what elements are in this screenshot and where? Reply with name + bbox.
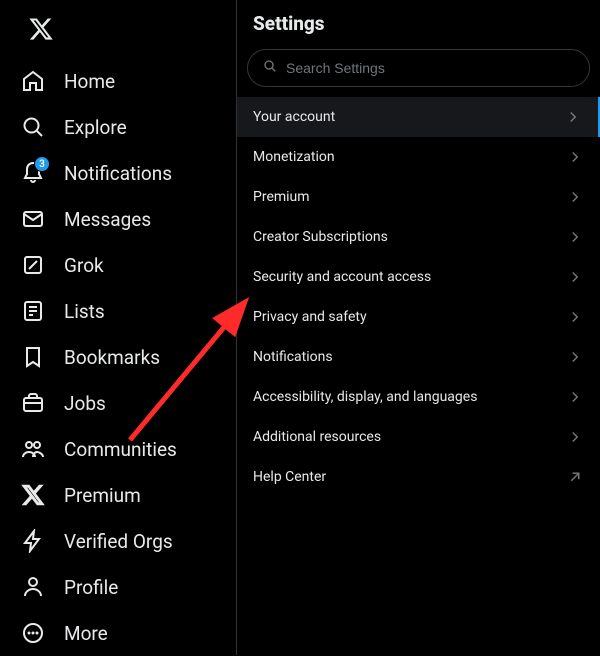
list-icon — [20, 298, 46, 324]
nav-label: Lists — [64, 300, 105, 323]
sidebar-item-premium[interactable]: Premium — [8, 472, 228, 518]
search-icon — [262, 58, 278, 78]
sidebar-item-profile[interactable]: Profile — [8, 564, 228, 610]
nav-label: Profile — [64, 576, 118, 599]
settings-item-security[interactable]: Security and account access — [237, 257, 600, 297]
external-link-icon — [566, 468, 584, 486]
sidebar-item-messages[interactable]: Messages — [8, 196, 228, 242]
sidebar-item-grok[interactable]: Grok — [8, 242, 228, 288]
nav-label: Explore — [64, 116, 127, 139]
sidebar-item-explore[interactable]: Explore — [8, 104, 228, 150]
settings-item-accessibility[interactable]: Accessibility, display, and languages — [237, 377, 600, 417]
sidebar-item-verified-orgs[interactable]: Verified Orgs — [8, 518, 228, 564]
nav-label: Notifications — [64, 162, 172, 185]
settings-item-label: Premium — [253, 189, 310, 205]
sidebar-item-notifications[interactable]: 3 Notifications — [8, 150, 228, 196]
settings-item-label: Additional resources — [253, 429, 381, 445]
settings-item-label: Creator Subscriptions — [253, 229, 388, 245]
people-icon — [20, 436, 46, 462]
bookmark-icon — [20, 344, 46, 370]
notification-badge: 3 — [34, 156, 50, 172]
envelope-icon — [20, 206, 46, 232]
settings-item-premium[interactable]: Premium — [237, 177, 600, 217]
sidebar-item-more[interactable]: More — [8, 610, 228, 656]
sidebar: Home Explore 3 Notifications Messages — [0, 0, 237, 655]
settings-item-additional[interactable]: Additional resources — [237, 417, 600, 457]
settings-item-label: Your account — [253, 109, 335, 125]
chevron-right-icon — [566, 308, 584, 326]
chevron-right-icon — [564, 108, 582, 126]
settings-item-label: Monetization — [253, 149, 335, 165]
nav-label: Bookmarks — [64, 346, 160, 369]
nav-label: Verified Orgs — [64, 530, 173, 553]
settings-item-label: Help Center — [253, 469, 326, 485]
settings-item-notifications[interactable]: Notifications — [237, 337, 600, 377]
chevron-right-icon — [566, 388, 584, 406]
sidebar-item-home[interactable]: Home — [8, 58, 228, 104]
chevron-right-icon — [566, 228, 584, 246]
sidebar-item-jobs[interactable]: Jobs — [8, 380, 228, 426]
search-wrap — [237, 43, 600, 97]
settings-item-label: Accessibility, display, and languages — [253, 389, 477, 405]
grok-icon — [20, 252, 46, 278]
nav-label: Jobs — [64, 392, 106, 415]
more-circle-icon — [20, 620, 46, 646]
nav-label: Home — [64, 70, 115, 93]
home-icon — [20, 68, 46, 94]
sidebar-item-lists[interactable]: Lists — [8, 288, 228, 334]
settings-item-your-account[interactable]: Your account — [237, 97, 600, 137]
nav-label: Communities — [64, 438, 177, 461]
chevron-right-icon — [566, 268, 584, 286]
nav-label: Grok — [64, 254, 104, 277]
settings-item-privacy[interactable]: Privacy and safety — [237, 297, 600, 337]
settings-list: Your account Monetization Premium Creato… — [237, 97, 600, 497]
nav-label: More — [64, 622, 108, 645]
nav-label: Premium — [64, 484, 141, 507]
settings-item-label: Security and account access — [253, 269, 431, 285]
sidebar-item-bookmarks[interactable]: Bookmarks — [8, 334, 228, 380]
settings-item-creator-subscriptions[interactable]: Creator Subscriptions — [237, 217, 600, 257]
main: Settings Your account Monetization Premi… — [237, 0, 600, 655]
search-input[interactable] — [286, 60, 575, 76]
logo[interactable] — [8, 8, 228, 58]
settings-item-label: Privacy and safety — [253, 309, 367, 325]
nav-label: Messages — [64, 208, 151, 231]
chevron-right-icon — [566, 348, 584, 366]
search-box[interactable] — [247, 49, 590, 87]
chevron-right-icon — [566, 188, 584, 206]
settings-item-help[interactable]: Help Center — [237, 457, 600, 497]
x-icon — [20, 482, 46, 508]
bell-icon: 3 — [20, 160, 46, 186]
settings-item-label: Notifications — [253, 349, 333, 365]
lightning-icon — [20, 528, 46, 554]
person-icon — [20, 574, 46, 600]
chevron-right-icon — [566, 148, 584, 166]
settings-item-monetization[interactable]: Monetization — [237, 137, 600, 177]
search-icon — [20, 114, 46, 140]
chevron-right-icon — [566, 428, 584, 446]
briefcase-icon — [20, 390, 46, 416]
sidebar-item-communities[interactable]: Communities — [8, 426, 228, 472]
page-title: Settings — [237, 0, 600, 43]
